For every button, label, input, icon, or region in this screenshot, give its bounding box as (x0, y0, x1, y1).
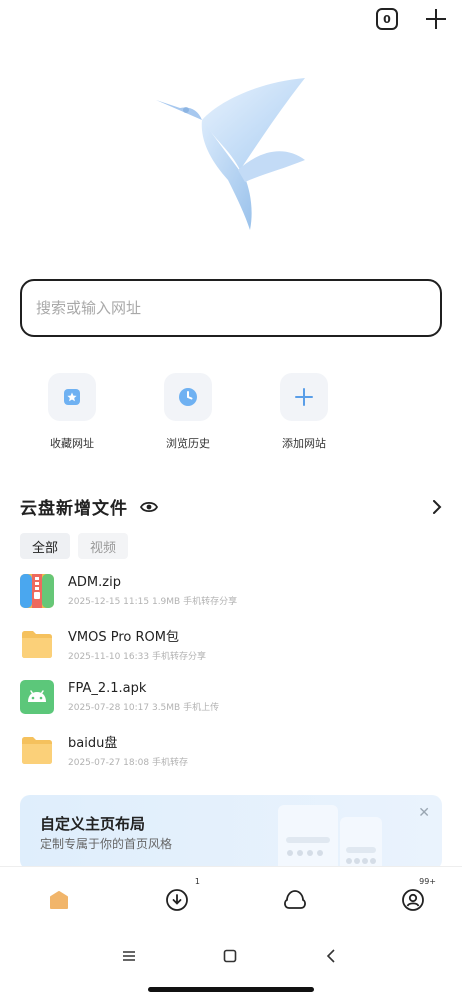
folder-icon (20, 627, 54, 661)
shortcut-label: 收藏网址 (50, 437, 94, 450)
cloud-icon (284, 889, 306, 909)
search-input[interactable] (36, 299, 426, 317)
shortcut-add-site[interactable]: 添加网站 (257, 373, 351, 451)
close-icon[interactable]: ✕ (418, 805, 430, 821)
list-item[interactable]: VMOS Pro ROM包 2025-11-10 16:33 手机转存分享 (20, 617, 442, 670)
chevron-right-icon[interactable] (432, 499, 442, 514)
system-navigation-bar (0, 932, 462, 1000)
shortcut-row: 收藏网址 浏览历史 添加网站 (25, 373, 351, 451)
home-square-icon[interactable] (223, 949, 237, 963)
file-meta: 2025-07-28 10:17 3.5MB 手机上传 (68, 702, 220, 713)
home-icon (50, 890, 68, 909)
clock-icon (164, 373, 212, 421)
new-tab-plus-icon[interactable] (426, 9, 446, 29)
list-item[interactable]: ADM.zip 2025-12-15 11:15 1.9MB 手机转存分享 (20, 564, 442, 617)
list-item[interactable]: baidu盘 2025-07-27 18:08 手机转存 (20, 723, 442, 776)
customize-homepage-banner[interactable]: 自定义主页布局 定制专属于你的首页风格 ✕ (20, 795, 442, 870)
cloud-files-header: 云盘新增文件 (20, 494, 442, 519)
file-name: ADM.zip (68, 574, 121, 590)
shortcut-label: 添加网站 (282, 437, 326, 450)
shortcut-bookmarks[interactable]: 收藏网址 (25, 373, 119, 451)
file-name: VMOS Pro ROM包 (68, 629, 179, 645)
shortcut-label: 浏览历史 (166, 437, 210, 450)
browser-bird-logo (156, 78, 305, 230)
folder-icon (20, 733, 54, 767)
layout-preview-illustration (278, 805, 382, 870)
eye-icon[interactable] (140, 500, 158, 514)
filter-all[interactable]: 全部 (20, 533, 71, 559)
bottom-navigation: 1 99+ (0, 866, 462, 932)
profile-badge: 99+ (419, 876, 436, 886)
bookmark-star-icon (48, 373, 96, 421)
file-filter-tabs: 全部 视频 (20, 533, 129, 559)
nav-profile[interactable]: 99+ (400, 877, 436, 913)
nav-downloads[interactable]: 1 (164, 877, 200, 913)
file-meta: 2025-12-15 11:15 1.9MB 手机转存分享 (68, 596, 238, 607)
android-icon (20, 679, 54, 714)
download-count-badge: 1 (194, 876, 200, 886)
file-meta: 2025-07-27 18:08 手机转存 (68, 757, 188, 768)
menu-icon[interactable] (122, 950, 136, 962)
search-box[interactable] (20, 279, 442, 337)
back-icon[interactable] (326, 949, 336, 963)
banner-title: 自定义主页布局 (40, 815, 146, 833)
cloud-files-title: 云盘新增文件 (20, 499, 128, 519)
top-bar: 0 (376, 8, 446, 30)
banner-subtitle: 定制专属于你的首页风格 (40, 837, 173, 851)
file-name: baidu盘 (68, 735, 118, 751)
zip-icon (20, 573, 54, 608)
home-indicator[interactable] (148, 987, 314, 992)
tab-count-button[interactable]: 0 (376, 8, 398, 30)
filter-video[interactable]: 视频 (78, 533, 129, 559)
nav-home[interactable] (46, 887, 72, 913)
file-name: FPA_2.1.apk (68, 680, 147, 696)
shortcut-history[interactable]: 浏览历史 (141, 373, 235, 451)
nav-cloud[interactable] (282, 887, 308, 913)
plus-icon (280, 373, 328, 421)
profile-icon (402, 888, 424, 911)
cloud-file-list: ADM.zip 2025-12-15 11:15 1.9MB 手机转存分享 VM… (20, 564, 442, 776)
download-icon (166, 888, 188, 911)
list-item[interactable]: FPA_2.1.apk 2025-07-28 10:17 3.5MB 手机上传 (20, 670, 442, 723)
file-meta: 2025-11-10 16:33 手机转存分享 (68, 651, 206, 662)
